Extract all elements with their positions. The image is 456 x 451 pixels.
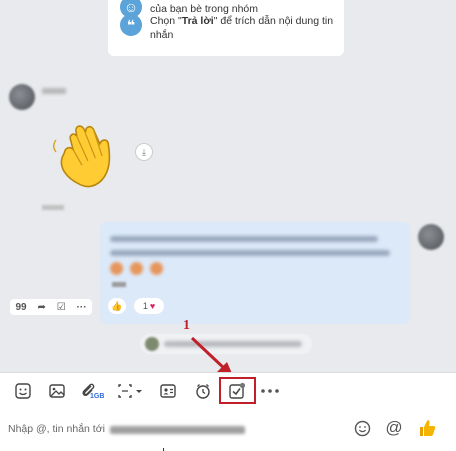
annotation-step-number: 1 [183, 318, 190, 333]
sender-name [42, 88, 66, 94]
screenshot-icon[interactable] [115, 379, 147, 403]
message-action-bar: 99 ➦ ☑ ··· [10, 299, 92, 315]
heart-reaction-badge[interactable]: 1 ♥ [134, 298, 164, 314]
create-task-icon[interactable]: ☑ [57, 302, 66, 313]
annotation-highlight-box [219, 377, 256, 404]
quote-icon: ❝ [120, 14, 142, 36]
contact-card-icon[interactable] [156, 379, 180, 403]
file-size-badge: 1GB [90, 393, 105, 400]
waving-hand-sticker[interactable] [50, 118, 130, 190]
emoji [150, 262, 163, 275]
tips-card: ☺ của bạn bè trong nhóm ❝ Chọn "Trả lời"… [108, 0, 344, 56]
emoji-icon[interactable] [351, 417, 373, 439]
more-icon[interactable] [258, 379, 282, 403]
quote-reply-button[interactable]: 99 [15, 302, 26, 313]
reminder-icon[interactable] [191, 379, 215, 403]
message-composer[interactable]: Nhập @, tin nhắn tới @ [0, 409, 456, 451]
more-options-icon[interactable]: ··· [77, 302, 87, 313]
date-separator [42, 205, 64, 210]
tip-row-reply: ❝ Chọn "Trả lời" để trích dẫn nội dung t… [120, 14, 340, 42]
thumbs-up-icon[interactable] [416, 417, 438, 439]
reaction-count: 1 [142, 301, 148, 311]
mention-icon[interactable]: @ [383, 417, 405, 439]
my-avatar[interactable] [418, 224, 444, 250]
message-input-placeholder[interactable]: Nhập @, tin nhắn tới [8, 423, 105, 435]
image-icon[interactable] [45, 379, 69, 403]
sticker-icon[interactable] [11, 379, 35, 403]
chat-area: ☺ của bạn bè trong nhóm ❝ Chọn "Trả lời"… [0, 0, 456, 372]
member-avatar [145, 337, 159, 351]
emoji [110, 262, 123, 275]
emoji [130, 262, 143, 275]
heart-icon: ♥ [149, 301, 156, 311]
blurred-text [110, 236, 378, 242]
forward-icon[interactable]: ➦ [37, 302, 45, 313]
blurred-text [110, 250, 390, 256]
tip-text-reply: Chọn "Trả lời" để trích dẫn nội dung tin… [150, 14, 340, 42]
blurred-text [164, 341, 302, 347]
tip-text-bold: Trả lời [181, 15, 214, 27]
system-notice [140, 334, 312, 354]
message-time [112, 282, 126, 287]
tip-text-prefix: Chọn " [150, 15, 182, 27]
download-icon[interactable]: ⤓ [135, 143, 153, 161]
sender-avatar[interactable] [9, 84, 35, 110]
recipient-name [110, 426, 245, 434]
like-reaction-button[interactable]: 👍 [108, 298, 126, 314]
outgoing-message[interactable]: 👍 1 ♥ [100, 222, 410, 324]
